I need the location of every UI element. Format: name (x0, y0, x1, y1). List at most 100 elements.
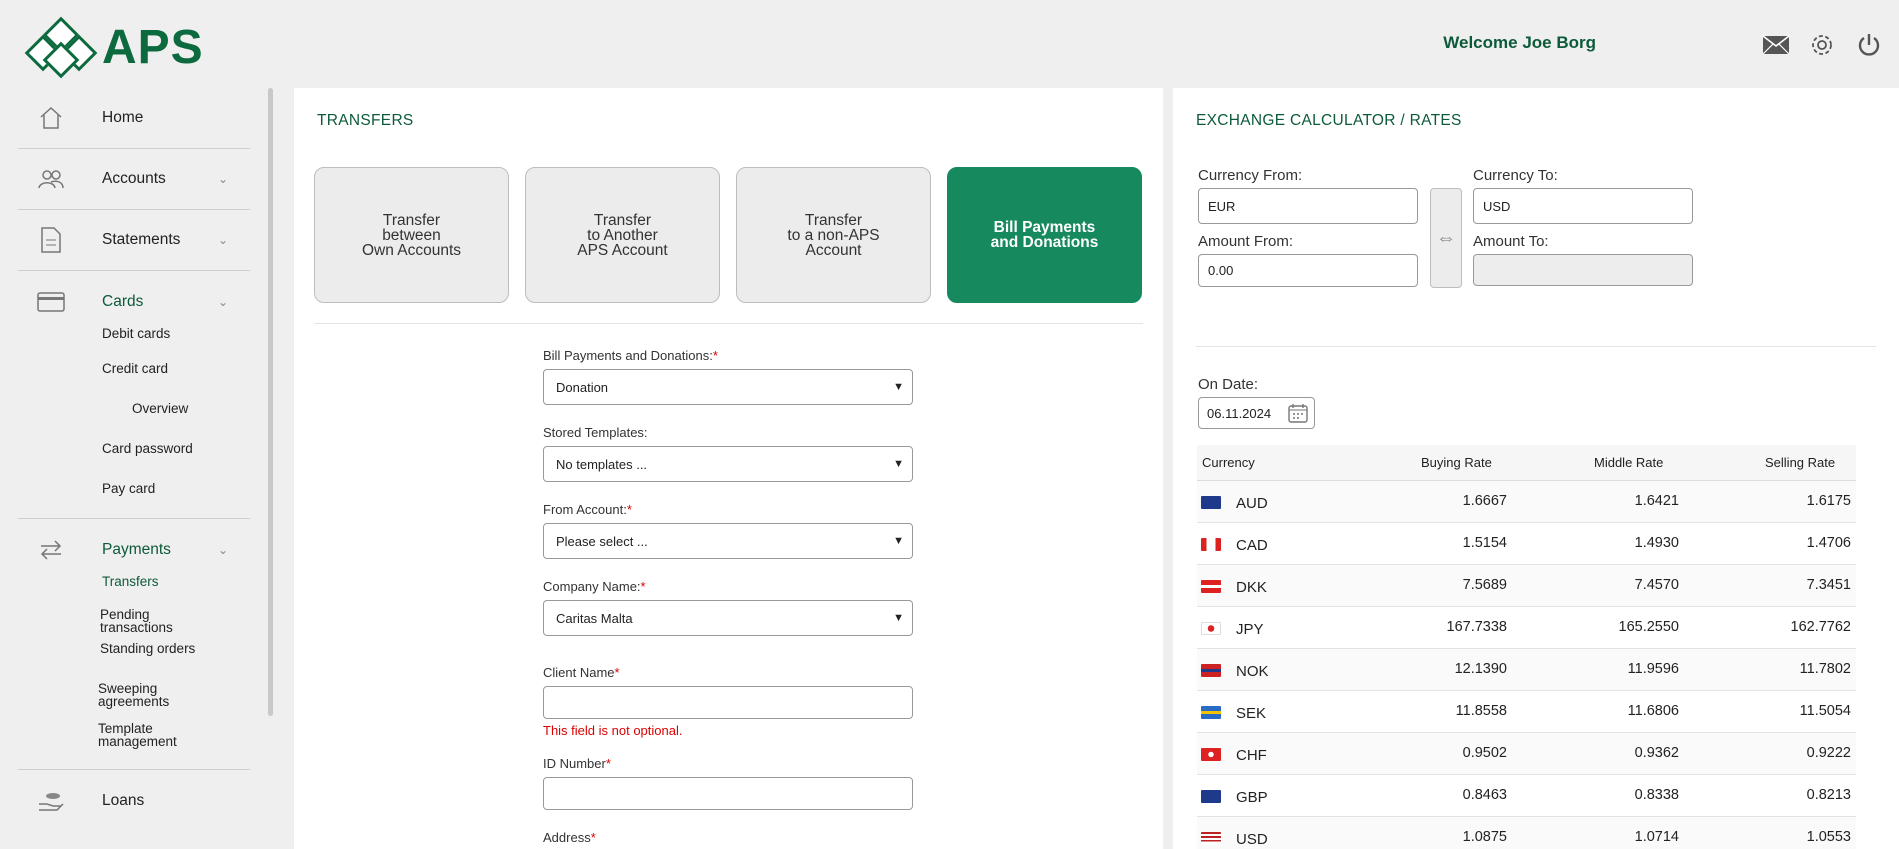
amount-from-input[interactable]: 0.00 (1198, 254, 1418, 287)
table-row: CAD 1.5154 1.4930 1.4706 (1197, 523, 1856, 565)
currency-from-select[interactable]: EUR (1198, 188, 1418, 224)
tile-another-aps-account[interactable]: Transfer to Another APS Account (525, 167, 720, 303)
sidebar-subitem-label: Template management (98, 721, 177, 749)
sidebar-subitem-credit-card[interactable]: Credit card (18, 351, 250, 391)
table-row: GBP 0.8463 0.8338 0.8213 (1197, 775, 1856, 817)
sidebar-item-label: Home (102, 109, 144, 126)
company-name-select[interactable]: Caritas Malta ▼ (543, 600, 913, 636)
currency-code: JPY (1236, 621, 1264, 638)
middle-rate: 11.6806 (1627, 703, 1679, 719)
templates-select[interactable]: No templates ... ▼ (543, 446, 913, 482)
select-value: Donation (556, 379, 609, 395)
calendar-icon[interactable] (1288, 403, 1308, 426)
chevron-down-icon: ▼ (893, 535, 904, 547)
middle-rate: 7.4570 (1634, 577, 1679, 593)
table-row: NOK 12.1390 11.9596 11.7802 (1197, 649, 1856, 691)
sidebar-item-label: Loans (102, 791, 145, 809)
selling-rate: 0.9222 (1806, 745, 1851, 761)
aps-logo[interactable]: APS (22, 16, 204, 79)
sidebar-subitem-template-management[interactable]: Template management (18, 718, 250, 769)
id-number-input[interactable] (543, 777, 913, 810)
sidebar-group-cards: Cards ⌄ Debit cards Credit card Overview… (18, 271, 250, 519)
sidebar-subitem-transfers[interactable]: Transfers (18, 564, 250, 597)
sidebar-subitem-label: Pending transactions (100, 607, 173, 635)
selling-rate: 162.7762 (1790, 619, 1851, 635)
settings-gear-icon[interactable] (1807, 30, 1837, 60)
dkk-flag-icon (1201, 580, 1221, 593)
sidebar-subitem-standing-orders[interactable]: Standing orders (18, 640, 250, 678)
client-name-input[interactable] (543, 686, 913, 719)
sidebar-item-home[interactable]: Home (18, 88, 250, 149)
buying-rate: 0.8463 (1462, 787, 1507, 803)
middle-rate: 11.9596 (1627, 661, 1679, 677)
sidebar-item-statements[interactable]: Statements ⌄ (18, 210, 250, 271)
sidebar-item-accounts[interactable]: Accounts ⌄ (18, 149, 250, 210)
column-header: Selling Rate (1765, 455, 1836, 470)
transfer-type-tiles: Transfer between Own Accounts Transfer t… (314, 167, 1142, 303)
tile-own-accounts[interactable]: Transfer between Own Accounts (314, 167, 509, 303)
power-logout-icon[interactable] (1854, 30, 1884, 60)
rates-table-header: Currency Buying Rate Middle Rate Selling… (1197, 445, 1856, 481)
transfers-panel: TRANSFERS Transfer between Own Accounts … (294, 88, 1163, 849)
jpy-flag-icon (1201, 622, 1221, 635)
amount-to-label: Amount To: (1473, 233, 1549, 250)
sidebar-item-label: Cards (102, 292, 144, 310)
table-row: USD 1.0875 1.0714 1.0553 (1197, 817, 1856, 849)
sidebar-subitem-overview[interactable]: Overview (18, 391, 250, 431)
bill-payments-form: Bill Payments and Donations:* Donation ▼ … (543, 348, 913, 849)
document-icon (36, 226, 66, 254)
sidebar-subitem-label: Card password (102, 441, 193, 456)
tile-bill-payments-donations[interactable]: Bill Payments and Donations (947, 167, 1142, 303)
currency-from-label: Currency From: (1198, 167, 1303, 184)
chevron-down-icon[interactable]: ⌄ (218, 543, 228, 557)
transfer-arrows-icon (36, 539, 66, 561)
rates-table-body: AUD 1.6667 1.6421 1.6175 CAD 1.5154 1.4930 1.47… (1197, 481, 1856, 849)
sidebar-subitem-card-password[interactable]: Card password (18, 431, 250, 471)
mail-icon[interactable] (1761, 30, 1791, 60)
swap-arrows-icon: ⇔ (1436, 226, 1456, 249)
selling-rate: 1.4706 (1806, 535, 1851, 551)
divider (1196, 346, 1876, 347)
hand-coins-icon (36, 790, 66, 812)
middle-rate: 1.6421 (1634, 493, 1679, 509)
sidebar-scrollbar[interactable] (268, 88, 273, 716)
middle-rate: 0.8338 (1634, 787, 1679, 803)
buying-rate: 1.5154 (1462, 535, 1507, 551)
sidebar-subitem-pending-transactions[interactable]: Pending transactions (18, 597, 250, 640)
chevron-down-icon[interactable]: ⌄ (218, 172, 228, 186)
templates-label: Stored Templates: (543, 425, 648, 440)
amount-from-label: Amount From: (1198, 233, 1294, 250)
currency-to-select[interactable]: USD (1473, 188, 1693, 224)
brand-name: APS (102, 21, 204, 74)
home-icon (36, 105, 66, 131)
chevron-down-icon[interactable]: ⌄ (218, 233, 228, 247)
buying-rate: 7.5689 (1462, 577, 1507, 593)
middle-rate: 1.4930 (1634, 535, 1679, 551)
client-name-error: This field is not optional. (543, 723, 683, 738)
buying-rate: 1.6667 (1462, 493, 1507, 509)
sidebar-subitem-label: Overview (132, 401, 189, 416)
table-row: CHF 0.9502 0.9362 0.9222 (1197, 733, 1856, 775)
chf-flag-icon (1201, 748, 1221, 761)
bill-type-select[interactable]: Donation ▼ (543, 369, 913, 405)
sidebar-item-loans[interactable]: Loans (18, 770, 250, 831)
select-value: Caritas Malta (556, 610, 633, 626)
column-header: Currency (1202, 455, 1255, 470)
chevron-down-icon[interactable]: ⌄ (218, 295, 228, 309)
transfers-title: TRANSFERS (317, 112, 414, 129)
on-date-input[interactable]: 06.11.2024 (1198, 397, 1315, 429)
swap-currencies-button[interactable]: ⇔ (1430, 188, 1462, 288)
sidebar-subitem-sweeping-agreements[interactable]: Sweeping agreements (18, 678, 250, 718)
divider (314, 323, 1143, 324)
currency-code: SEK (1236, 705, 1267, 722)
currency-code: CHF (1236, 747, 1267, 764)
buying-rate: 0.9502 (1462, 745, 1507, 761)
sidebar-subitem-pay-card[interactable]: Pay card (18, 471, 250, 518)
logo-diamonds-icon (22, 16, 100, 79)
amount-to-output (1473, 254, 1693, 286)
from-account-select[interactable]: Please select ... ▼ (543, 523, 913, 559)
column-header: Middle Rate (1594, 455, 1664, 470)
sidebar-item-label: Statements (102, 231, 181, 248)
sidebar-subitem-debit-cards[interactable]: Debit cards (18, 316, 250, 351)
tile-non-aps-account[interactable]: Transfer to a non-APS Account (736, 167, 931, 303)
